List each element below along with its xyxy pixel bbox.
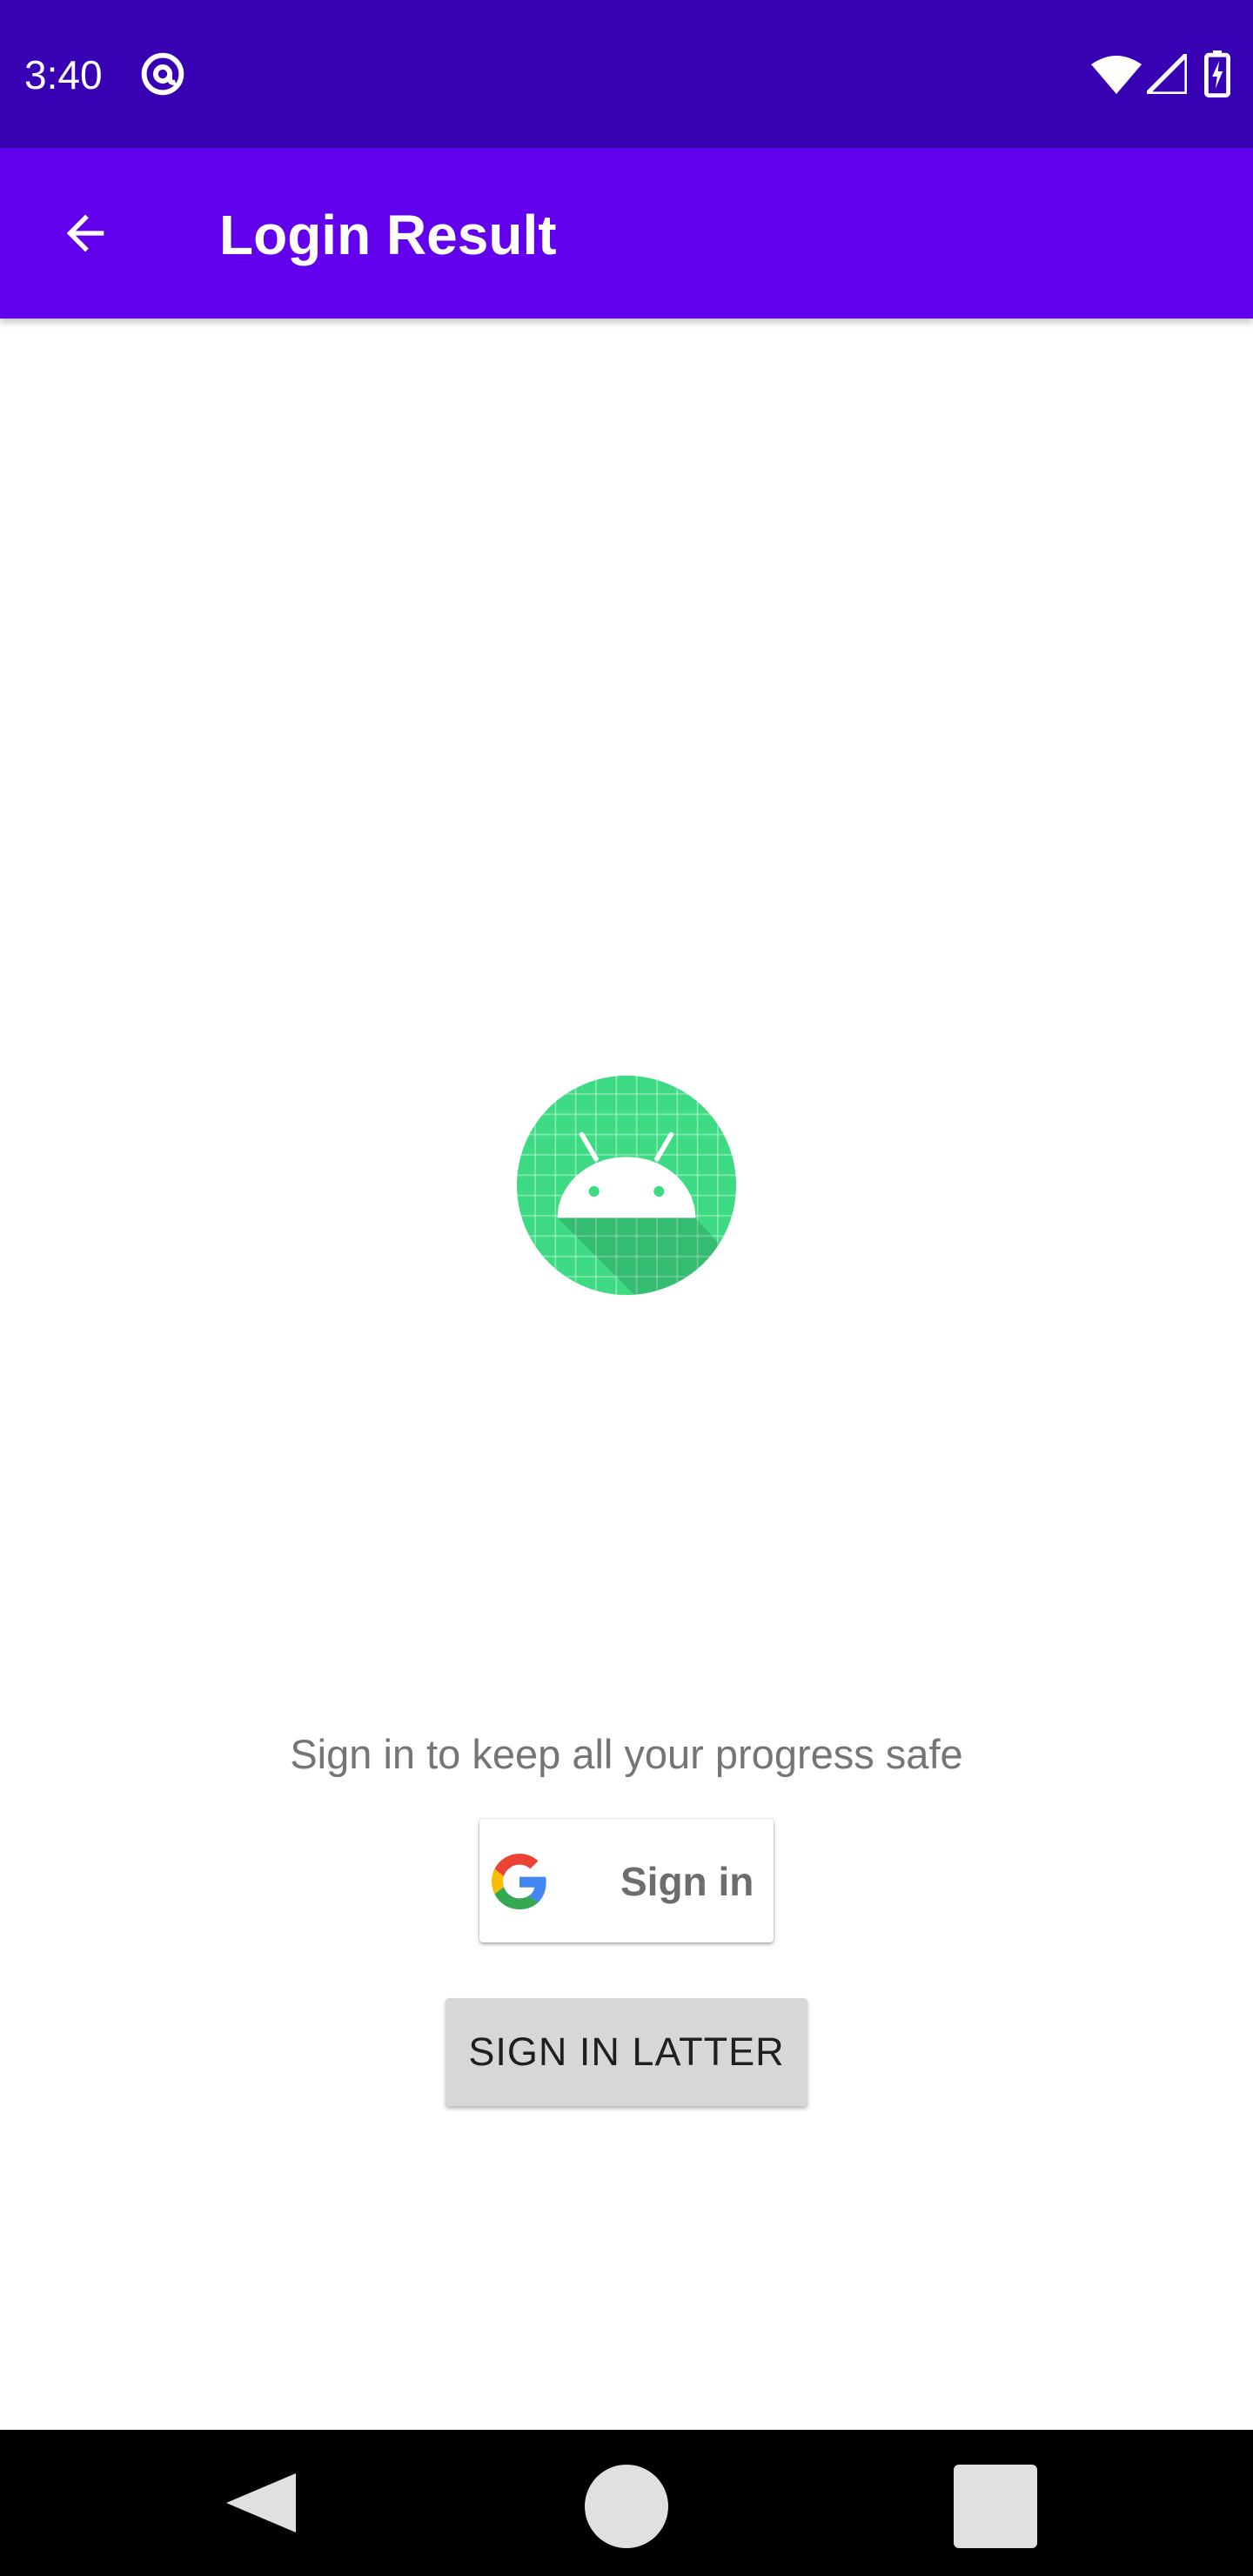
google-sign-in-button[interactable]: Sign in (479, 1819, 774, 1942)
status-time: 3:40 (24, 52, 103, 97)
sign-in-later-button[interactable]: SIGN IN LATTER (446, 1998, 807, 2106)
android-logo-icon (517, 1076, 736, 1295)
navigation-bar (0, 2430, 1253, 2576)
status-bar: 3:40 (0, 0, 1253, 148)
at-sign-icon (141, 52, 184, 96)
signal-icon (1147, 54, 1187, 94)
google-sign-in-label: Sign in (620, 1859, 754, 1904)
page-title: Login Result (219, 204, 557, 266)
back-button[interactable] (44, 191, 127, 275)
sign-in-prompt: Sign in to keep all your progress safe (290, 1731, 963, 1777)
app-bar: Login Result (0, 148, 1253, 319)
nav-back-icon[interactable] (223, 2470, 301, 2536)
arrow-back-icon (66, 214, 104, 252)
google-g-icon (492, 1854, 546, 1909)
nav-recents-icon[interactable] (952, 2463, 1039, 2550)
battery-charging-icon (1204, 50, 1230, 97)
wifi-icon (1091, 56, 1142, 94)
nav-home-icon[interactable] (583, 2463, 670, 2550)
